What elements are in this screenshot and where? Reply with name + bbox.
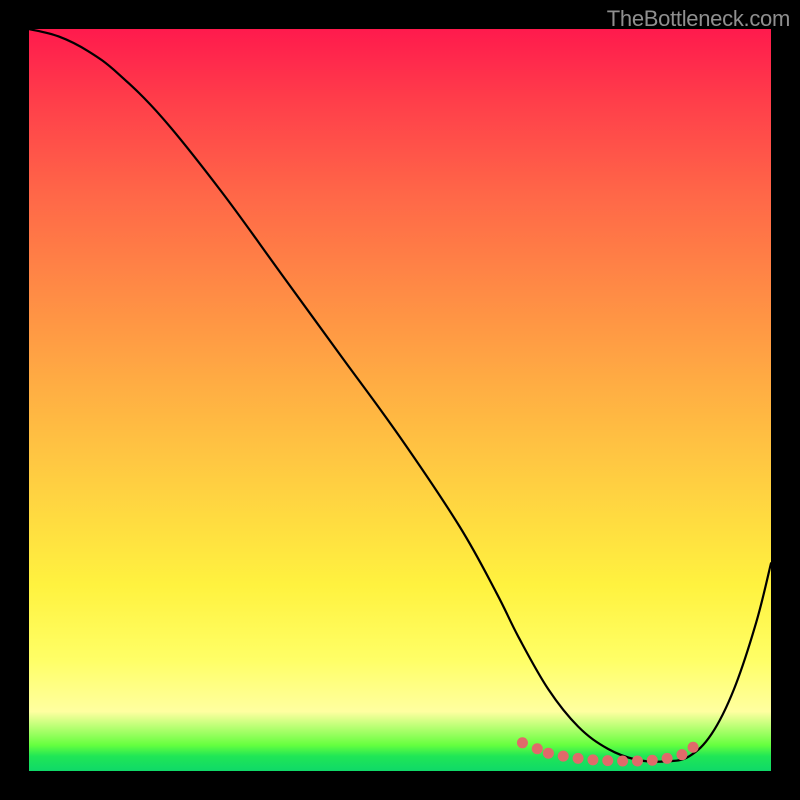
watermark-text: TheBottleneck.com <box>607 6 790 32</box>
highlight-dot <box>532 743 543 754</box>
highlight-dot <box>517 737 528 748</box>
highlight-dot <box>602 755 613 766</box>
highlight-dot <box>647 755 658 766</box>
highlight-dot <box>573 753 584 764</box>
curve-path <box>29 29 771 762</box>
highlight-dot <box>676 749 687 760</box>
highlight-dot <box>662 753 673 764</box>
highlight-dot <box>543 748 554 759</box>
chart-plot-area <box>29 29 771 771</box>
highlight-dot <box>688 742 699 753</box>
chart-svg <box>29 29 771 771</box>
highlight-dot <box>617 755 628 766</box>
highlight-dot <box>632 755 643 766</box>
highlight-dot <box>558 751 569 762</box>
highlight-dot <box>587 754 598 765</box>
